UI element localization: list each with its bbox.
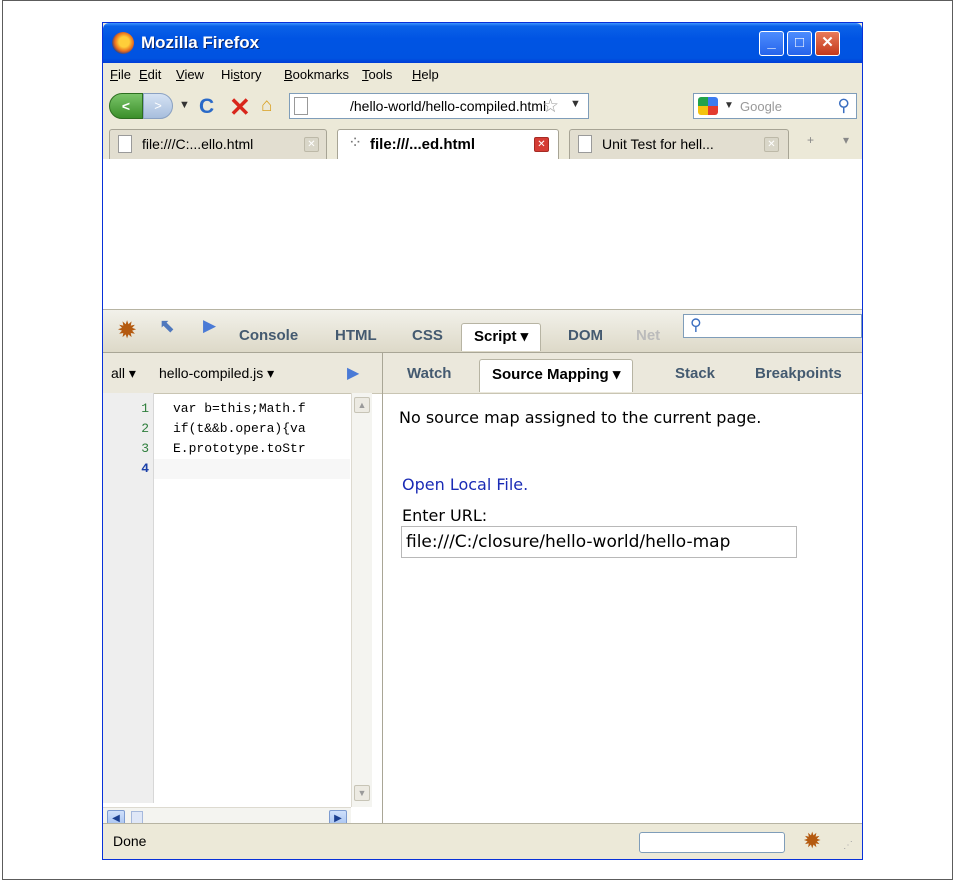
line-number[interactable]: 4 [133, 461, 149, 476]
menu-bookmarks[interactable]: Bookmarks [284, 67, 349, 82]
maximize-button[interactable]: □ [787, 31, 812, 56]
scroll-down-icon[interactable]: ▼ [354, 785, 370, 801]
tab-hello-html[interactable]: file:///C:...ello.html ✕ [109, 129, 327, 159]
close-button[interactable]: ✕ [815, 31, 840, 56]
tab-close-icon[interactable]: ✕ [764, 137, 779, 152]
bookmark-star-icon[interactable]: ☆ [542, 95, 559, 118]
url-bar[interactable]: /hello-world/hello-compiled.html ☆ ▼ [289, 93, 589, 119]
script-pane: all ▾ hello-compiled.js ▾ ▶ 1 2 3 4 var … [103, 353, 383, 828]
line-number[interactable]: 2 [133, 421, 149, 436]
script-file-select[interactable]: hello-compiled.js ▾ [159, 365, 274, 382]
menu-tools[interactable]: Tools [362, 67, 392, 82]
menu-bar: File Edit View History Bookmarks Tools H… [103, 63, 862, 87]
loading-spinner-icon: ⁘ [348, 133, 363, 152]
tab-label: file:///C:...ello.html [142, 136, 254, 152]
inspect-icon[interactable]: ⬉ [159, 315, 175, 338]
reload-icon[interactable]: C [199, 95, 214, 119]
firebug-search-input[interactable]: ⚲ [683, 314, 862, 338]
url-dropdown-icon[interactable]: ▼ [570, 98, 581, 110]
magnifier-icon[interactable]: ⚲ [838, 96, 850, 116]
firebug-status-icon[interactable]: ✹ [803, 828, 821, 854]
menu-help[interactable]: Help [412, 67, 439, 82]
menu-history[interactable]: History [221, 67, 261, 82]
menu-view[interactable]: View [176, 67, 204, 82]
home-icon[interactable]: ⌂ [261, 95, 272, 117]
enter-url-label: Enter URL: [402, 506, 488, 525]
tab-unit-test[interactable]: Unit Test for hell... ✕ [569, 129, 789, 159]
new-tab-icon[interactable]: + [807, 133, 814, 147]
title-bar[interactable]: Mozilla Firefox _ □ ✕ [103, 23, 862, 63]
code-line[interactable]: var b=this;Math.f [173, 401, 358, 416]
source-map-url-input[interactable] [401, 526, 797, 558]
line-number[interactable]: 3 [133, 441, 149, 456]
search-icon: ⚲ [690, 317, 702, 334]
back-button[interactable]: < [109, 93, 143, 119]
firebug-icon[interactable]: ✹ [117, 316, 137, 345]
status-text: Done [113, 833, 147, 849]
resize-grip-icon[interactable]: ⋰ [843, 840, 853, 851]
panel-html[interactable]: HTML [335, 327, 377, 344]
tab-breakpoints[interactable]: Breakpoints [755, 365, 842, 382]
document-icon [578, 135, 592, 153]
line-number[interactable]: 1 [133, 401, 149, 416]
firefox-logo-icon [112, 32, 134, 54]
menu-file[interactable]: File [110, 67, 131, 82]
line-number-gutter: 1 2 3 4 [103, 393, 154, 803]
vertical-scrollbar[interactable]: ▲ ▼ [351, 393, 372, 807]
script-toolbar: all ▾ hello-compiled.js ▾ ▶ [103, 353, 382, 394]
continue-icon[interactable]: ▶ [347, 363, 359, 383]
no-source-map-message: No source map assigned to the current pa… [399, 408, 762, 427]
tab-compiled-html[interactable]: ⁘ file:///...ed.html ✕ [337, 129, 559, 160]
page-icon [294, 97, 308, 115]
window-title: Mozilla Firefox [141, 33, 260, 52]
navigation-toolbar: < > ▼ C ✕ ⌂ /hello-world/hello-compiled.… [103, 87, 862, 126]
page-content[interactable] [103, 159, 862, 309]
search-placeholder[interactable]: Google [740, 99, 782, 114]
tab-stack[interactable]: Stack [675, 365, 715, 382]
panel-console[interactable]: Console [239, 327, 298, 344]
current-line-highlight [154, 459, 350, 479]
url-text[interactable]: /hello-world/hello-compiled.html [350, 98, 546, 114]
side-panel-tabs: Watch Source Mapping ▾ Stack Breakpoints [383, 353, 862, 394]
search-bar[interactable]: ▼ Google ⚲ [693, 93, 857, 119]
side-panel: Watch Source Mapping ▾ Stack Breakpoints… [383, 353, 862, 823]
menu-edit[interactable]: Edit [139, 67, 161, 82]
open-local-file-link[interactable]: Open Local File. [402, 475, 528, 494]
panel-net[interactable]: Net [636, 327, 660, 344]
tab-list-icon[interactable]: ▾ [843, 133, 849, 147]
tab-close-icon[interactable]: ✕ [304, 137, 319, 152]
code-line[interactable]: E.prototype.toStr [173, 441, 358, 456]
firefox-window: Mozilla Firefox _ □ ✕ File Edit View His… [102, 22, 863, 860]
search-engine-dropdown-icon[interactable]: ▼ [724, 100, 734, 111]
status-bar: Done ✹ ⋰ [103, 823, 862, 859]
stop-icon[interactable]: ✕ [229, 92, 251, 123]
status-field [639, 832, 785, 853]
panel-dom[interactable]: DOM [568, 327, 603, 344]
play-icon[interactable]: ▶ [203, 316, 216, 336]
forward-button[interactable]: > [143, 93, 173, 119]
google-icon[interactable] [698, 97, 718, 115]
tab-watch[interactable]: Watch [407, 365, 451, 382]
code-line[interactable]: if(t&&b.opera){va [173, 421, 358, 436]
minimize-button[interactable]: _ [759, 31, 784, 56]
scroll-up-icon[interactable]: ▲ [354, 397, 370, 413]
panel-script[interactable]: Script ▾ [461, 323, 542, 351]
tab-label: Unit Test for hell... [602, 136, 714, 152]
tab-source-mapping[interactable]: Source Mapping ▾ [479, 359, 634, 392]
document-icon [118, 135, 132, 153]
history-dropdown-icon[interactable]: ▼ [179, 99, 190, 111]
tab-bar: file:///C:...ello.html ✕ ⁘ file:///...ed… [103, 125, 862, 160]
firebug-toolbar: ✹ ⬉ ▶ Console HTML CSS Script ▾ DOM Net … [103, 309, 862, 353]
tab-label: file:///...ed.html [370, 136, 476, 153]
tab-close-icon[interactable]: ✕ [534, 137, 549, 152]
panel-css[interactable]: CSS [412, 327, 443, 344]
script-filter-select[interactable]: all ▾ [111, 365, 136, 382]
